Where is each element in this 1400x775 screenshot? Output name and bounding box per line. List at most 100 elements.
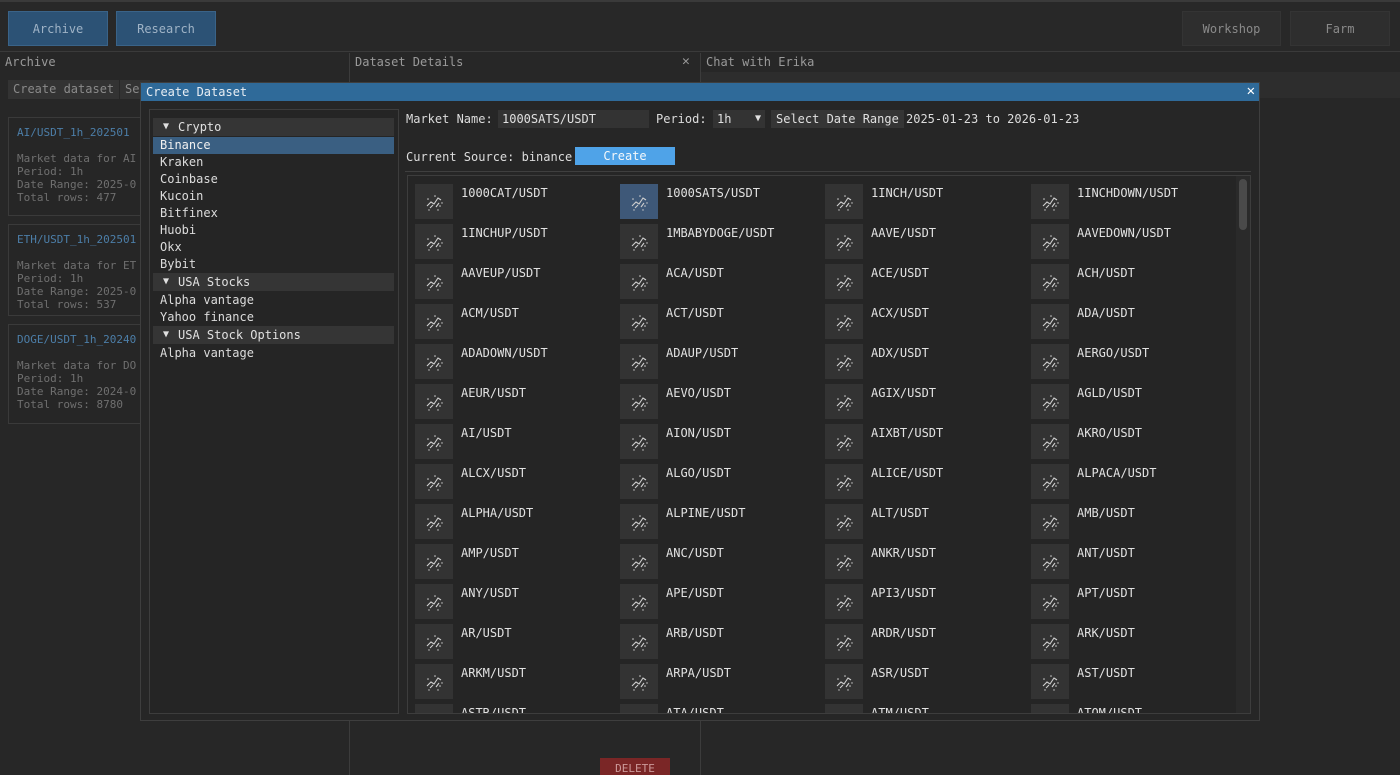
market-item[interactable]: API3/USDT [825,584,1031,624]
chart-icon [415,624,453,659]
market-item-label: ARKM/USDT [461,666,527,680]
dataset-card[interactable]: DOGE/USDT_1h_20240 Market data for DO Pe… [8,324,142,424]
dataset-card-period: Period: 1h [17,372,84,385]
market-item[interactable]: AGLD/USDT [1031,384,1236,424]
tree-item-source[interactable]: Bitfinex [153,205,394,222]
market-item[interactable]: 1INCHUP/USDT [415,224,620,264]
research-tab-button[interactable]: Research [116,11,216,46]
tree-group-header[interactable]: ▼ USA Stocks [153,273,394,291]
chevron-down-icon: ▼ [754,113,761,124]
market-item[interactable]: AION/USDT [620,424,825,464]
market-item[interactable]: AEVO/USDT [620,384,825,424]
market-item[interactable]: APT/USDT [1031,584,1236,624]
market-item[interactable]: ACE/USDT [825,264,1031,304]
market-item-label: 1INCH/USDT [871,186,944,200]
market-item[interactable]: AGIX/USDT [825,384,1031,424]
delete-dataset-button[interactable]: DELETE [600,758,670,775]
market-item[interactable]: ACA/USDT [620,264,825,304]
tree-item-source[interactable]: Okx [153,239,394,256]
tree-item-source[interactable]: Coinbase [153,171,394,188]
create-button[interactable]: Create [575,147,675,165]
tree-item-source[interactable]: Alpha vantage [153,345,394,362]
market-item[interactable]: AAVEDOWN/USDT [1031,224,1236,264]
tree-group-header[interactable]: ▼ Crypto [153,118,394,136]
market-item[interactable]: 1000SATS/USDT [620,184,825,224]
market-item-label: ARDR/USDT [871,626,937,640]
market-item[interactable]: ALPINE/USDT [620,504,825,544]
market-item[interactable]: ATOM/USDT [1031,704,1236,713]
market-item[interactable]: ARDR/USDT [825,624,1031,664]
workshop-tab-button[interactable]: Workshop [1182,11,1281,46]
market-grid-scrollbar[interactable] [1236,176,1250,713]
market-item[interactable]: ALPHA/USDT [415,504,620,544]
dataset-card[interactable]: ETH/USDT_1h_202501 Market data for ET Pe… [8,224,142,316]
tree-item-source[interactable]: Binance [153,137,394,154]
scrollbar-thumb[interactable] [1239,179,1247,230]
market-item-label: ACX/USDT [871,306,929,320]
market-item[interactable]: ARKM/USDT [415,664,620,704]
market-item[interactable]: ANKR/USDT [825,544,1031,584]
market-item[interactable]: ASR/USDT [825,664,1031,704]
market-item[interactable]: ADA/USDT [1031,304,1236,344]
market-item[interactable]: ACX/USDT [825,304,1031,344]
market-item[interactable]: ASTR/USDT [415,704,620,713]
tree-item-source[interactable]: Kucoin [153,188,394,205]
market-item[interactable]: ANT/USDT [1031,544,1236,584]
market-item[interactable]: 1MBABYDOGE/USDT [620,224,825,264]
market-item[interactable]: AMB/USDT [1031,504,1236,544]
market-item[interactable]: AMP/USDT [415,544,620,584]
market-item[interactable]: ALT/USDT [825,504,1031,544]
market-item[interactable]: AST/USDT [1031,664,1236,704]
market-item[interactable]: ADADOWN/USDT [415,344,620,384]
market-item[interactable]: ATM/USDT [825,704,1031,713]
market-item[interactable]: AAVEUP/USDT [415,264,620,304]
dataset-card-rows: Total rows: 477 [17,191,117,204]
farm-tab-button[interactable]: Farm [1290,11,1390,46]
market-item[interactable]: ALICE/USDT [825,464,1031,504]
market-item[interactable]: ARPA/USDT [620,664,825,704]
market-name-input[interactable]: 1000SATS/USDT [498,110,649,128]
market-item[interactable]: ACT/USDT [620,304,825,344]
market-item[interactable]: ARK/USDT [1031,624,1236,664]
market-item[interactable]: AAVE/USDT [825,224,1031,264]
tree-item-source[interactable]: Huobi [153,222,394,239]
market-grid-container[interactable]: 1000CAT/USDT 1000SATS/USDT 1INCH/USDT 1INCH… [407,175,1251,714]
market-item[interactable]: ALCX/USDT [415,464,620,504]
period-select[interactable]: 1h ▼ [713,110,765,128]
market-item[interactable]: ADX/USDT [825,344,1031,384]
chart-icon [1031,384,1069,419]
archive-tab-button[interactable]: Archive [8,11,108,46]
details-close-icon[interactable]: ✕ [682,53,690,71]
market-item[interactable]: 1000CAT/USDT [415,184,620,224]
tree-item-source[interactable]: Alpha vantage [153,292,394,309]
market-item[interactable]: AEUR/USDT [415,384,620,424]
tree-group-header[interactable]: ▼ USA Stock Options [153,326,394,344]
market-item[interactable]: ANY/USDT [415,584,620,624]
select-date-range-button[interactable]: Select Date Range [771,110,904,128]
market-item[interactable]: AIXBT/USDT [825,424,1031,464]
chart-icon [825,504,863,539]
market-item[interactable]: AKRO/USDT [1031,424,1236,464]
market-item[interactable]: ALPACA/USDT [1031,464,1236,504]
tree-item-source[interactable]: Yahoo finance [153,309,394,326]
tree-item-source[interactable]: Bybit [153,256,394,273]
modal-close-icon[interactable]: ✕ [1247,83,1255,100]
market-item[interactable]: ADAUP/USDT [620,344,825,384]
dataset-card[interactable]: AI/USDT_1h_202501 Market data for AI Per… [8,117,142,216]
market-item[interactable]: 1INCHDOWN/USDT [1031,184,1236,224]
market-item[interactable]: ACH/USDT [1031,264,1236,304]
market-item[interactable]: 1INCH/USDT [825,184,1031,224]
market-item[interactable]: AR/USDT [415,624,620,664]
market-item[interactable]: ATA/USDT [620,704,825,713]
market-item[interactable]: APE/USDT [620,584,825,624]
create-dataset-button[interactable]: Create dataset [8,80,120,99]
market-item[interactable]: AI/USDT [415,424,620,464]
expand-arrow-icon: ▼ [163,121,170,132]
market-item[interactable]: ACM/USDT [415,304,620,344]
market-item[interactable]: AERGO/USDT [1031,344,1236,384]
market-item[interactable]: ANC/USDT [620,544,825,584]
market-item[interactable]: ALGO/USDT [620,464,825,504]
market-item[interactable]: ARB/USDT [620,624,825,664]
market-item-label: ACT/USDT [666,306,724,320]
tree-item-source[interactable]: Kraken [153,154,394,171]
